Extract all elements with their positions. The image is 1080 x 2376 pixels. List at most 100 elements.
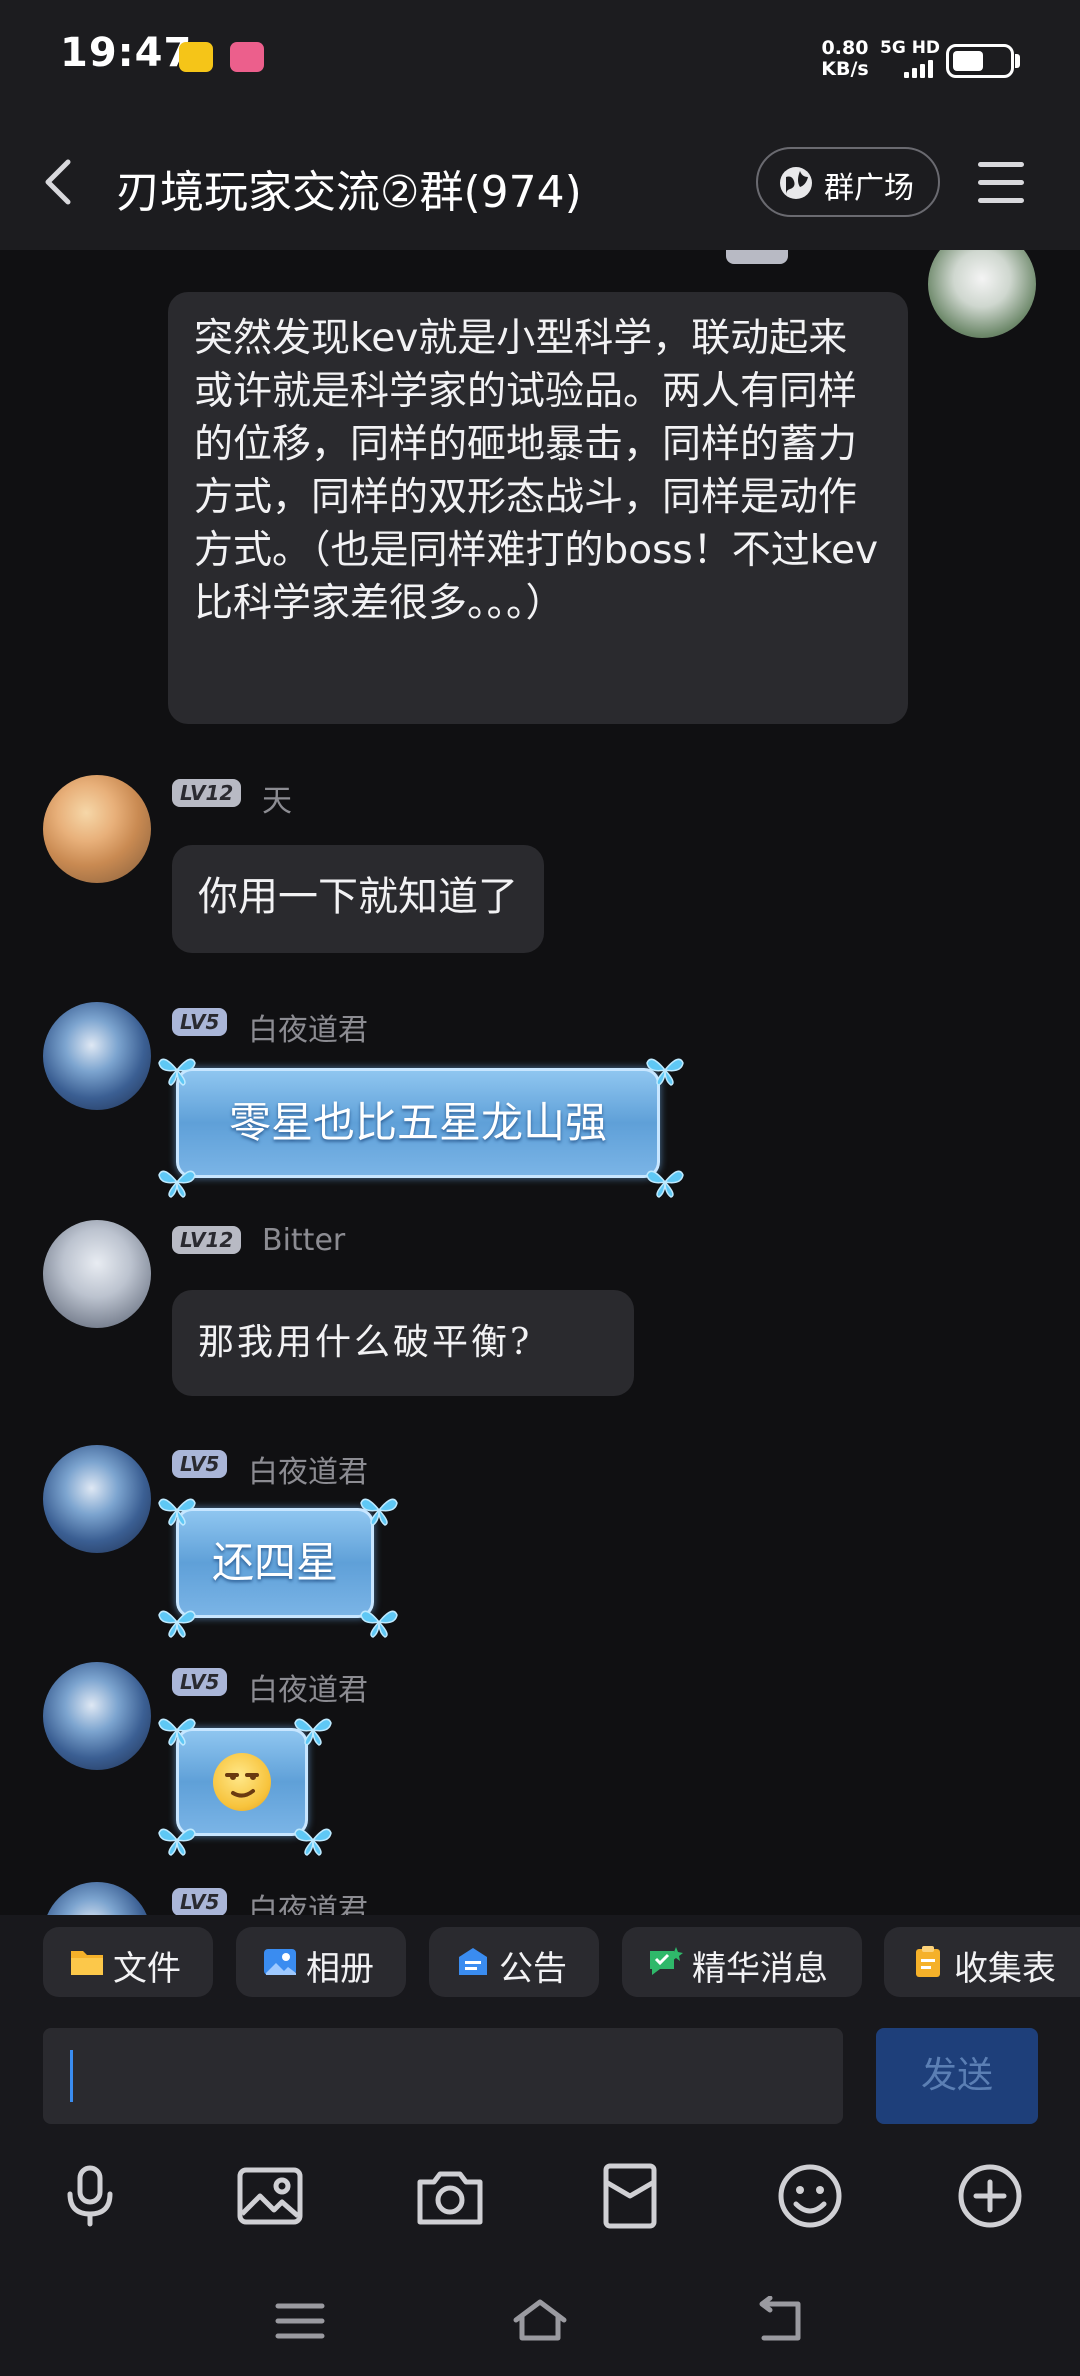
network-speed-value: 0.80	[821, 37, 869, 59]
message-header: LV5 白夜道君	[172, 1005, 472, 1048]
sender-name[interactable]: 天	[262, 776, 292, 820]
signal-icon	[904, 60, 938, 78]
network-speed: 0.80 KB/s	[818, 38, 872, 80]
message-header: LV5 白夜道君	[172, 1665, 472, 1708]
back-button[interactable]	[30, 152, 90, 212]
avatar[interactable]	[43, 1882, 151, 1915]
camera-button[interactable]	[414, 2160, 486, 2232]
message-bubble[interactable]: 你用一下就知道了	[172, 845, 544, 953]
level-badge: LV12	[172, 1226, 242, 1254]
album-label: 相册	[306, 1949, 374, 1989]
sender-name[interactable]: 白夜道君	[248, 1447, 368, 1491]
chevron-left-icon	[45, 159, 71, 205]
home-icon	[513, 2299, 567, 2341]
butterfly-decoration-icon	[158, 1718, 196, 1746]
gallery-button[interactable]	[234, 2160, 306, 2232]
notice-chip[interactable]: 公告	[429, 1927, 599, 1997]
message-header	[726, 250, 916, 278]
app-notification-icon	[179, 42, 213, 72]
message-header: LV12 天	[172, 776, 472, 819]
butterfly-decoration-icon	[360, 1498, 398, 1526]
featured-chip[interactable]: 精华消息	[622, 1927, 862, 1997]
avatar[interactable]	[43, 775, 151, 883]
clipboard-icon	[916, 1946, 940, 1977]
avatar[interactable]	[928, 250, 1036, 338]
message-header: LV5 白夜道君	[172, 1885, 472, 1915]
butterfly-decoration-icon	[646, 1170, 684, 1198]
quick-action-bar[interactable]: 文件 相册 公告 精华消息 收集表	[0, 1915, 1080, 2020]
status-time: 19:47	[60, 30, 193, 76]
butterfly-decoration-icon	[158, 1498, 196, 1526]
level-badge: LV5	[172, 1888, 228, 1915]
group-plaza-label: 群广场	[824, 171, 914, 206]
message-header: LV12 Bitter	[172, 1223, 472, 1259]
back-nav-button[interactable]	[750, 2295, 810, 2346]
notice-icon	[459, 1948, 487, 1975]
level-badge	[726, 250, 788, 264]
page-title[interactable]: 刃境玩家交流②群(974)	[116, 156, 582, 220]
network-type: 5G HD	[880, 38, 941, 58]
text-caret	[70, 2050, 73, 2102]
recents-icon	[275, 2303, 325, 2339]
chat-header: 刃境玩家交流②群(974) 群广场	[0, 120, 1080, 250]
battery-icon	[946, 44, 1014, 78]
status-bar: 19:47 0.80 KB/s 5G HD	[0, 0, 1080, 120]
featured-label: 精华消息	[692, 1949, 828, 1989]
globe-icon	[780, 167, 812, 199]
send-button[interactable]: 发送	[876, 2028, 1038, 2124]
app-notification-icon	[230, 42, 264, 72]
avatar[interactable]	[43, 1220, 151, 1328]
butterfly-decoration-icon	[158, 1170, 196, 1198]
file-chip[interactable]: 文件	[43, 1927, 213, 1997]
home-button[interactable]	[510, 2296, 570, 2346]
menu-button[interactable]	[978, 160, 1030, 206]
recents-button[interactable]	[270, 2296, 330, 2346]
avatar[interactable]	[43, 1662, 151, 1770]
message-bubble[interactable]: 零星也比五星龙山强	[158, 1058, 684, 1198]
form-label: 收集表	[954, 1949, 1056, 1989]
avatar[interactable]	[43, 1002, 151, 1110]
butterfly-decoration-icon	[646, 1058, 684, 1086]
emoji-icon	[778, 2164, 842, 2228]
notice-label: 公告	[499, 1949, 567, 1989]
battery-cap	[1015, 54, 1020, 68]
red-packet-button[interactable]	[594, 2160, 666, 2232]
voice-button[interactable]	[54, 2160, 126, 2232]
group-plaza-button[interactable]: 群广场	[756, 147, 940, 217]
battery-level	[953, 51, 983, 71]
message-bubble[interactable]	[158, 1718, 332, 1856]
sender-name[interactable]: 白夜道君	[248, 1005, 368, 1049]
butterfly-decoration-icon	[158, 1610, 196, 1638]
back-nav-icon	[759, 2295, 801, 2341]
red-packet-icon	[603, 2163, 657, 2229]
smirk-emoji-icon	[213, 1753, 271, 1811]
butterfly-decoration-icon	[158, 1828, 196, 1856]
butterfly-decoration-icon	[294, 1718, 332, 1746]
chat-message-list[interactable]: 突然发现kev就是小型科学，联动起来或许就是科学家的试验品。两人有同样的位移，同…	[0, 250, 1080, 1915]
file-label: 文件	[113, 1949, 181, 1989]
butterfly-decoration-icon	[158, 1058, 196, 1086]
butterfly-decoration-icon	[360, 1610, 398, 1638]
avatar[interactable]	[43, 1445, 151, 1553]
more-button[interactable]	[954, 2160, 1026, 2232]
album-icon	[264, 1949, 296, 1975]
message-bubble[interactable]: 还四星	[158, 1498, 398, 1638]
system-nav-bar	[0, 2260, 1080, 2376]
message-input[interactable]	[43, 2028, 843, 2124]
compose-toolbar	[0, 2130, 1080, 2260]
sender-name[interactable]: Bitter	[262, 1223, 345, 1258]
image-icon	[237, 2167, 303, 2225]
level-badge: LV12	[172, 779, 242, 807]
featured-message-icon	[650, 1947, 683, 1975]
folder-icon	[71, 1951, 103, 1975]
emoji-button[interactable]	[774, 2160, 846, 2232]
sender-name[interactable]: 白夜道君	[248, 1885, 368, 1915]
microphone-icon	[67, 2165, 113, 2227]
album-chip[interactable]: 相册	[236, 1927, 406, 1997]
form-chip[interactable]: 收集表	[884, 1927, 1080, 1997]
level-badge: LV5	[172, 1008, 228, 1036]
message-bubble[interactable]: 突然发现kev就是小型科学，联动起来或许就是科学家的试验品。两人有同样的位移，同…	[168, 292, 908, 724]
sender-name[interactable]: 白夜道君	[248, 1665, 368, 1709]
camera-icon	[417, 2171, 483, 2225]
message-bubble[interactable]: 那我用什么破平衡?	[172, 1290, 634, 1396]
